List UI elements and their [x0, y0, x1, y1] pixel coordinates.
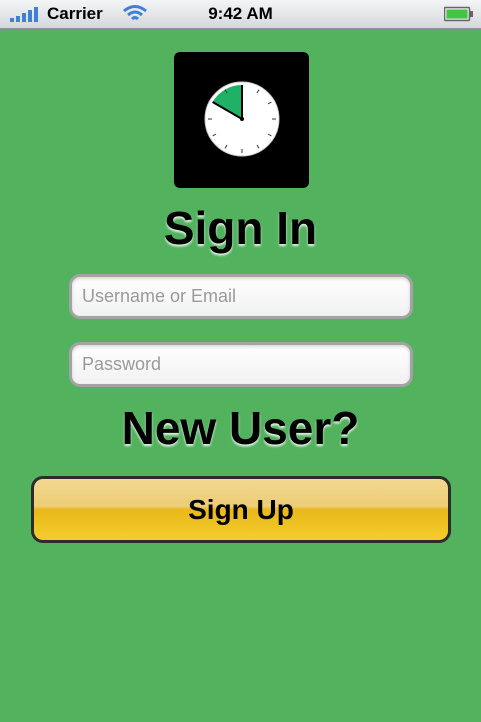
- status-bar: Carrier 9:42 AM: [0, 0, 481, 29]
- new-user-heading: New User?: [121, 402, 360, 454]
- status-time: 9:42 AM: [208, 4, 273, 23]
- username-field[interactable]: [69, 274, 413, 319]
- battery-icon: [444, 6, 473, 22]
- stopwatch-icon: [204, 81, 280, 157]
- sign-in-heading: Sign In: [163, 202, 318, 254]
- app-logo: [174, 52, 309, 188]
- password-field[interactable]: [69, 342, 413, 387]
- sign-up-button[interactable]: Sign Up: [31, 476, 451, 543]
